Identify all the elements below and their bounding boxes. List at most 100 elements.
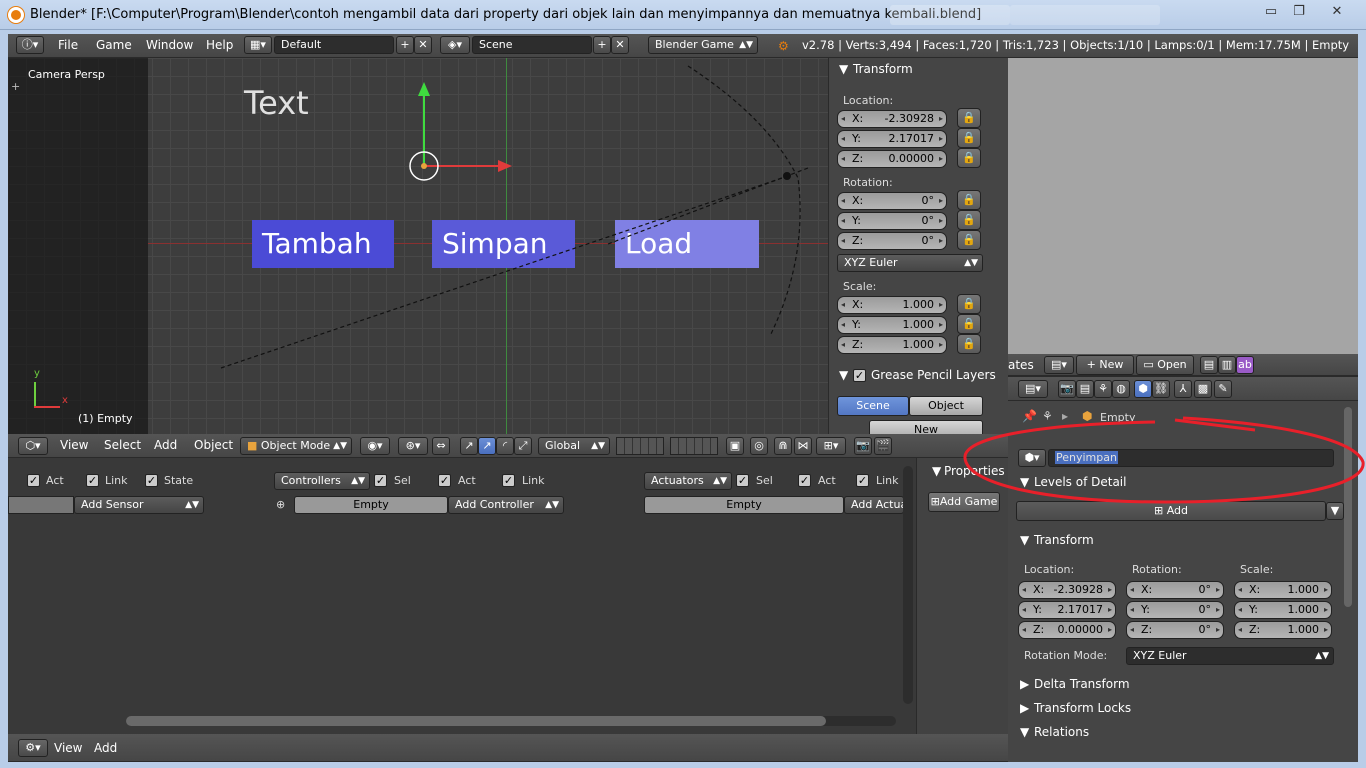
lock-rot-x-icon[interactable]: 🔒 xyxy=(957,190,981,210)
world-tab-icon[interactable]: ◍ xyxy=(1112,380,1130,398)
image-text-icon[interactable]: ab xyxy=(1236,356,1254,374)
add-controller-select[interactable]: Add Controller ▲▼ xyxy=(448,496,564,514)
scene-remove-icon[interactable]: ✕ xyxy=(611,36,629,54)
add-actuator-select[interactable]: Add Actua xyxy=(844,496,904,514)
transform-panel-title[interactable]: Transform xyxy=(853,62,913,76)
menu-help[interactable]: Help xyxy=(206,34,233,56)
transform-locks-panel[interactable]: Transform Locks xyxy=(1034,701,1131,715)
add-sensor-select[interactable]: Add Sensor ▲▼ xyxy=(74,496,204,514)
lock-rot-z-icon[interactable]: 🔒 xyxy=(957,230,981,250)
opengl-render-icon[interactable]: 📷 xyxy=(854,437,872,455)
lock-rot-y-icon[interactable]: 🔒 xyxy=(957,210,981,230)
loc-z-field[interactable]: ◂ Z: 0.00000 ▸ xyxy=(837,150,947,168)
menu-view[interactable]: View xyxy=(60,434,88,456)
engine-select[interactable]: Blender Game ▲▼ xyxy=(648,36,758,54)
snap-icon[interactable]: ⋒ xyxy=(774,437,792,455)
opengl-anim-icon[interactable]: 🎬 xyxy=(874,437,892,455)
logic-vscroll-track[interactable] xyxy=(903,466,913,704)
image-browse-icon[interactable]: ▤▾ xyxy=(1044,356,1074,374)
menu-game[interactable]: Game xyxy=(96,34,132,56)
image-header-partial-menu[interactable]: ates xyxy=(1008,354,1034,376)
ctrl-act-checkbox[interactable]: ✓ xyxy=(438,474,451,487)
pivot-icon[interactable]: ⊛▾ xyxy=(398,437,428,455)
close-button[interactable]: ✕ xyxy=(1326,4,1348,20)
layer-lock-icon[interactable]: ▣ xyxy=(726,437,744,455)
act-link-checkbox[interactable]: ✓ xyxy=(856,474,869,487)
move-icon[interactable]: ↗ xyxy=(478,437,496,455)
snap-target-icon[interactable]: ⊞▾ xyxy=(816,437,846,455)
logic-menu-view[interactable]: View xyxy=(54,737,82,759)
lock-loc-y-icon[interactable]: 🔒 xyxy=(957,128,981,148)
rot-y-field[interactable]: ◂ Y: 0° ▸ xyxy=(837,212,947,230)
props-rotation-mode-select[interactable]: XYZ Euler ▲▼ xyxy=(1126,647,1334,665)
lock-loc-x-icon[interactable]: 🔒 xyxy=(957,108,981,128)
scene-add-icon[interactable]: + xyxy=(593,36,611,54)
grease-panel-title[interactable]: Grease Pencil Layers xyxy=(871,368,996,382)
props-loc-y-field[interactable]: ◂ Y: 2.17017 ▸ xyxy=(1018,601,1116,619)
render-tab-icon[interactable]: 📷 xyxy=(1058,380,1076,398)
properties-editor-type-icon[interactable]: ▤▾ xyxy=(1018,380,1048,398)
rotate-icon[interactable]: ◜ xyxy=(496,437,514,455)
props-rot-z-field[interactable]: ◂ Z: 0° ▸ xyxy=(1126,621,1224,639)
lock-scale-z-icon[interactable]: 🔒 xyxy=(957,334,981,354)
relations-panel[interactable]: Relations xyxy=(1034,725,1089,739)
sensor-act-checkbox[interactable]: ✓ xyxy=(27,474,40,487)
orientation-select[interactable]: Global ▲▼ xyxy=(538,437,610,455)
menu-add[interactable]: Add xyxy=(154,434,177,456)
layout-icon[interactable]: ▦▾ xyxy=(244,36,272,54)
scene-icon[interactable]: ◈▾ xyxy=(440,36,470,54)
delta-transform-panel[interactable]: Delta Transform xyxy=(1034,677,1130,691)
props-scale-x-field[interactable]: ◂ X: 1.000 ▸ xyxy=(1234,581,1332,599)
image-view-icon[interactable]: ▤ xyxy=(1200,356,1218,374)
actuators-select[interactable]: Actuators ▲▼ xyxy=(644,472,732,490)
layout-add-icon[interactable]: + xyxy=(396,36,414,54)
proportional-edit-icon[interactable]: ◎ xyxy=(750,437,768,455)
rot-z-field[interactable]: ◂ Z: 0° ▸ xyxy=(837,232,947,250)
object-tab-icon[interactable]: ⬢ xyxy=(1134,380,1152,398)
rotation-mode-select[interactable]: XYZ Euler ▲▼ xyxy=(837,254,983,272)
grease-enable-checkbox[interactable]: ✓ xyxy=(853,369,866,382)
render-layers-tab-icon[interactable]: ▤ xyxy=(1076,380,1094,398)
act-sel-checkbox[interactable]: ✓ xyxy=(736,474,749,487)
scale-z-field[interactable]: ◂ Z: 1.000 ▸ xyxy=(837,336,947,354)
sensor-object-field[interactable] xyxy=(8,496,74,514)
constraints-tab-icon[interactable]: ⛓ xyxy=(1152,380,1170,398)
act-act-checkbox[interactable]: ✓ xyxy=(798,474,811,487)
scale-icon[interactable]: ⤢ xyxy=(514,437,532,455)
menu-object[interactable]: Object xyxy=(194,434,233,456)
ctrl-sel-checkbox[interactable]: ✓ xyxy=(374,474,387,487)
scene-tab-icon[interactable]: ⚘ xyxy=(1094,380,1112,398)
minimize-button[interactable]: ▭ xyxy=(1260,4,1282,20)
logic-editor-type-icon[interactable]: ⚙▾ xyxy=(18,739,48,757)
logic-menu-add[interactable]: Add xyxy=(94,737,117,759)
lock-loc-z-icon[interactable]: 🔒 xyxy=(957,148,981,168)
texture-tab-icon[interactable]: ▩ xyxy=(1194,380,1212,398)
grease-tab-scene[interactable]: Scene xyxy=(837,396,909,416)
props-loc-x-field[interactable]: ◂ X: -2.30928 ▸ xyxy=(1018,581,1116,599)
menu-select[interactable]: Select xyxy=(104,434,141,456)
logic-hscroll-track[interactable] xyxy=(126,716,896,726)
snap-element-icon[interactable]: ⋈ xyxy=(794,437,812,455)
props-rot-x-field[interactable]: ◂ X: 0° ▸ xyxy=(1126,581,1224,599)
props-scale-z-field[interactable]: ◂ Z: 1.000 ▸ xyxy=(1234,621,1332,639)
scale-x-field[interactable]: ◂ X: 1.000 ▸ xyxy=(837,296,947,314)
viewport-3d[interactable]: Camera Persp + (1) Empty y x Text Tambah… xyxy=(8,58,828,434)
actuator-object-field[interactable]: Empty xyxy=(644,496,844,514)
modifiers-tab-icon[interactable]: ⅄ xyxy=(1174,380,1192,398)
layout-remove-icon[interactable]: ✕ xyxy=(414,36,432,54)
sensor-state-checkbox[interactable]: ✓ xyxy=(145,474,158,487)
props-rot-y-field[interactable]: ◂ Y: 0° ▸ xyxy=(1126,601,1224,619)
layout-field[interactable]: Default xyxy=(274,36,394,54)
manipulator-toggle-icon[interactable]: ⇔ xyxy=(432,437,450,455)
ctrl-link-checkbox[interactable]: ✓ xyxy=(502,474,515,487)
mode-select[interactable]: ■ Object Mode ▲▼ xyxy=(240,437,352,455)
controller-object-field[interactable]: Empty xyxy=(294,496,448,514)
loc-y-field[interactable]: ◂ Y: 2.17017 ▸ xyxy=(837,130,947,148)
scene-field[interactable]: Scene xyxy=(472,36,592,54)
lock-scale-y-icon[interactable]: 🔒 xyxy=(957,314,981,334)
props-transform-title[interactable]: Transform xyxy=(1034,533,1094,547)
maximize-button[interactable]: ❐ xyxy=(1288,4,1310,20)
layers-grid-2[interactable] xyxy=(670,437,718,455)
props-loc-z-field[interactable]: ◂ Z: 0.00000 ▸ xyxy=(1018,621,1116,639)
physics-tab-icon[interactable]: ✎ xyxy=(1214,380,1232,398)
